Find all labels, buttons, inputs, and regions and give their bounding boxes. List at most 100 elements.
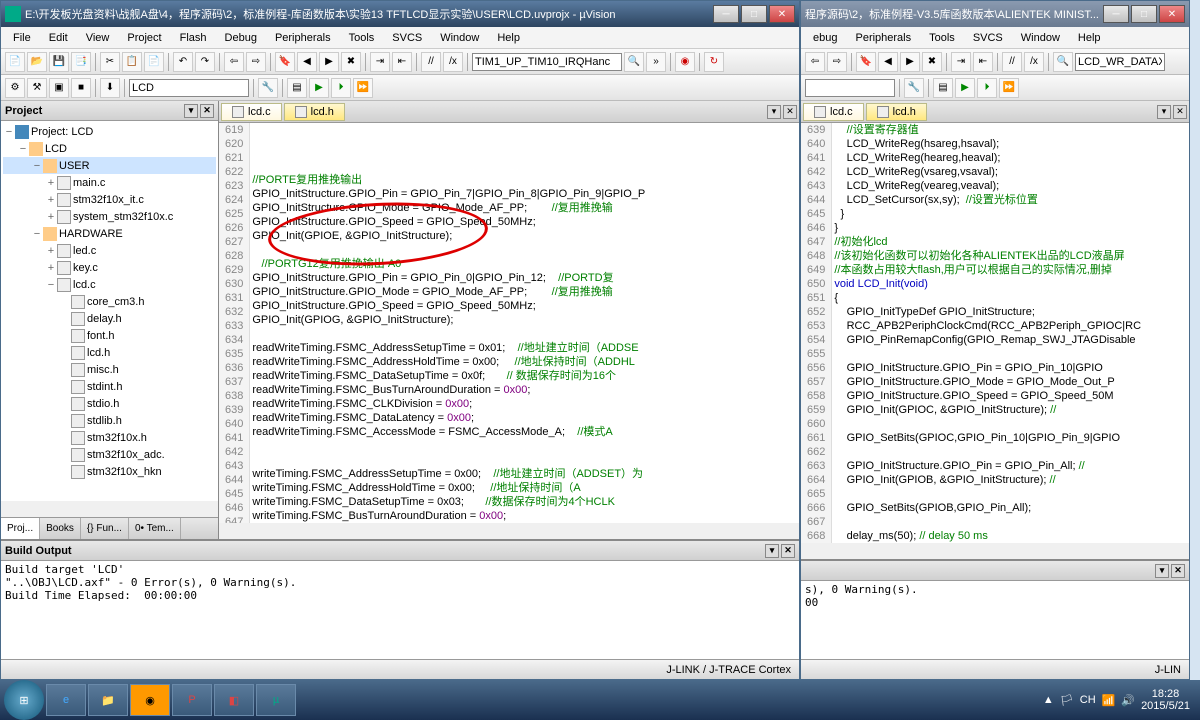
menu-help[interactable]: Help: [489, 30, 528, 46]
tree-item[interactable]: −USER: [3, 157, 216, 174]
menu-svcs[interactable]: SVCS: [384, 30, 430, 46]
open-icon[interactable]: 📂: [27, 52, 47, 72]
task-uvision-icon[interactable]: µ: [256, 684, 296, 716]
rebuild-icon[interactable]: ⚒: [27, 78, 47, 98]
back-icon[interactable]: ⇦: [805, 52, 825, 72]
code-editor[interactable]: 6196206216226236246256266276286296306316…: [219, 123, 799, 523]
tree-item[interactable]: +key.c: [3, 259, 216, 276]
output-close-icon[interactable]: ✕: [1171, 564, 1185, 578]
side-tab[interactable]: 0• Tem...: [129, 518, 181, 539]
tree-item[interactable]: stdlib.h: [3, 412, 216, 429]
tree-item[interactable]: −LCD: [3, 140, 216, 157]
bookmark-clear-icon[interactable]: ✖: [922, 52, 942, 72]
run3-icon[interactable]: ⏩: [999, 78, 1019, 98]
build-all-icon[interactable]: ▣: [49, 78, 69, 98]
stop-build-icon[interactable]: ■: [71, 78, 91, 98]
menu-project[interactable]: Project: [119, 30, 169, 46]
options-icon[interactable]: 🔧: [904, 78, 924, 98]
task-ppt-icon[interactable]: P: [172, 684, 212, 716]
run1-icon[interactable]: ▶: [309, 78, 329, 98]
tray-lang[interactable]: CH: [1080, 694, 1096, 706]
cut-icon[interactable]: ✂: [100, 52, 120, 72]
output-close-icon[interactable]: ✕: [781, 544, 795, 558]
comment-icon[interactable]: //: [1002, 52, 1022, 72]
close-button[interactable]: ✕: [769, 5, 795, 23]
bookmark-prev-icon[interactable]: ◀: [878, 52, 898, 72]
task-explorer-icon[interactable]: 📁: [88, 684, 128, 716]
debug-icon[interactable]: ◉: [675, 52, 695, 72]
run1-icon[interactable]: ▶: [955, 78, 975, 98]
tree-item[interactable]: −lcd.c: [3, 276, 216, 293]
indent-icon[interactable]: ⇥: [370, 52, 390, 72]
uncomment-icon[interactable]: /x: [443, 52, 463, 72]
tree-item[interactable]: stm32f10x.h: [3, 429, 216, 446]
menu-window[interactable]: Window: [1013, 30, 1068, 46]
side-tab[interactable]: {} Fun...: [81, 518, 129, 539]
menu-view[interactable]: View: [78, 30, 118, 46]
output-body[interactable]: s), 0 Warning(s). 00: [801, 581, 1189, 659]
tree-hscroll[interactable]: [1, 501, 218, 517]
file-tab[interactable]: lcd.h: [284, 103, 345, 121]
tray-sound-icon[interactable]: 🔊: [1121, 694, 1135, 707]
output-body[interactable]: Build target 'LCD' "..\OBJ\LCD.axf" - 0 …: [1, 561, 799, 659]
bookmark-clear-icon[interactable]: ✖: [341, 52, 361, 72]
undo-icon[interactable]: ↶: [173, 52, 193, 72]
tree-item[interactable]: core_cm3.h: [3, 293, 216, 310]
task-app1-icon[interactable]: ◉: [130, 684, 170, 716]
tray-network-icon[interactable]: 🏳: [1060, 694, 1074, 707]
file-tab[interactable]: lcd.c: [803, 103, 864, 121]
tree-item[interactable]: +stm32f10x_it.c: [3, 191, 216, 208]
target-combo[interactable]: [129, 79, 249, 97]
bookmark-prev-icon[interactable]: ◀: [297, 52, 317, 72]
menu-peripherals[interactable]: Peripherals: [267, 30, 339, 46]
tray-clock[interactable]: 18:28 2015/5/21: [1141, 688, 1190, 712]
redo-icon[interactable]: ↷: [195, 52, 215, 72]
menu-tools[interactable]: Tools: [341, 30, 383, 46]
outdent-icon[interactable]: ⇤: [392, 52, 412, 72]
tree-item[interactable]: stdint.h: [3, 378, 216, 395]
find-next-icon[interactable]: »: [646, 52, 666, 72]
menu-help[interactable]: Help: [1070, 30, 1109, 46]
tree-item[interactable]: lcd.h: [3, 344, 216, 361]
minimize-button[interactable]: ─: [1103, 5, 1129, 23]
tree-item[interactable]: misc.h: [3, 361, 216, 378]
build-icon[interactable]: ⚙: [5, 78, 25, 98]
tray-flag-icon[interactable]: ▲: [1043, 694, 1054, 706]
output-pin-icon[interactable]: ▾: [765, 544, 779, 558]
tray-net-icon[interactable]: 📶: [1102, 694, 1116, 707]
minimize-button[interactable]: ─: [713, 5, 739, 23]
menu-edit[interactable]: Edit: [41, 30, 76, 46]
tab-menu-icon[interactable]: ▾: [767, 105, 781, 119]
start-button[interactable]: ⊞: [4, 680, 44, 720]
target-opts-icon[interactable]: ▤: [933, 78, 953, 98]
tree-item[interactable]: stdio.h: [3, 395, 216, 412]
system-tray[interactable]: ▲ 🏳 CH 📶 🔊 18:28 2015/5/21: [1037, 688, 1196, 712]
menu-svcs[interactable]: SVCS: [965, 30, 1011, 46]
tab-close-icon[interactable]: ✕: [783, 105, 797, 119]
side-tab[interactable]: Books: [40, 518, 81, 539]
menu-window[interactable]: Window: [432, 30, 487, 46]
close-button[interactable]: ✕: [1159, 5, 1185, 23]
task-app2-icon[interactable]: ◧: [214, 684, 254, 716]
project-tree[interactable]: −Project: LCD−LCD−USER+main.c+stm32f10x_…: [1, 121, 218, 501]
config-icon[interactable]: ↻: [704, 52, 724, 72]
code-editor[interactable]: 6396406416426436446456466476486496506516…: [801, 123, 1189, 543]
tree-item[interactable]: delay.h: [3, 310, 216, 327]
forward-icon[interactable]: ⇨: [827, 52, 847, 72]
bookmark-next-icon[interactable]: ▶: [900, 52, 920, 72]
side-tab[interactable]: Proj...: [1, 518, 40, 539]
maximize-button[interactable]: □: [741, 5, 767, 23]
back-icon[interactable]: ⇦: [224, 52, 244, 72]
windows-taskbar[interactable]: ⊞ e 📁 ◉ P ◧ µ ▲ 🏳 CH 📶 🔊 18:28 2015/5/21: [0, 680, 1200, 720]
file-tab[interactable]: lcd.h: [866, 103, 927, 121]
tree-item[interactable]: +led.c: [3, 242, 216, 259]
save-all-icon[interactable]: 📑: [71, 52, 91, 72]
editor-hscroll[interactable]: [219, 523, 799, 539]
indent-icon[interactable]: ⇥: [951, 52, 971, 72]
tab-close-icon[interactable]: ✕: [1173, 105, 1187, 119]
menu-peripherals[interactable]: Peripherals: [847, 30, 919, 46]
uncomment-icon[interactable]: /x: [1024, 52, 1044, 72]
editor-hscroll[interactable]: [801, 543, 1189, 559]
menu-ebug[interactable]: ebug: [805, 30, 845, 46]
target-combo[interactable]: [805, 79, 895, 97]
